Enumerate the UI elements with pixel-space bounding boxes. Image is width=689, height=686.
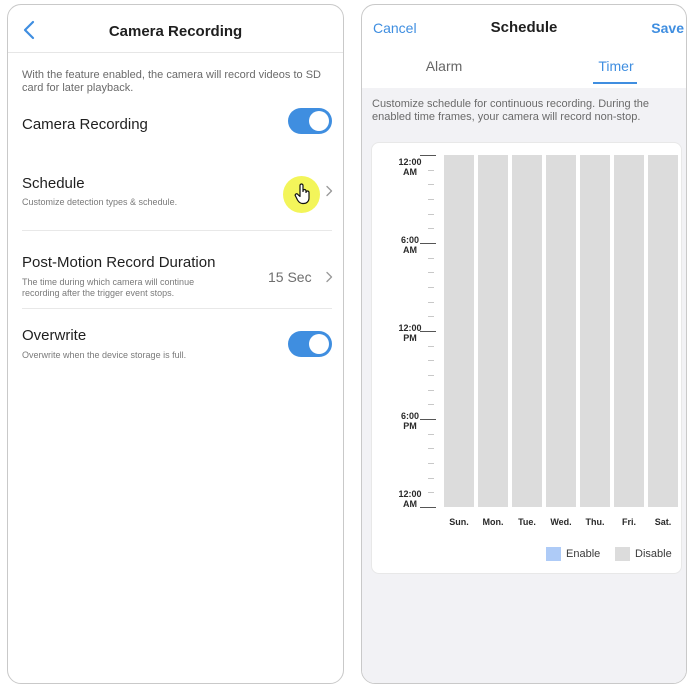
- major-tick: [420, 331, 436, 332]
- page-title: Schedule: [490, 19, 558, 36]
- schedule-grid-card: 12:00 AM 6:00 AM 12:00 PM 6:00 PM 12:00 AM Su…: [371, 142, 682, 574]
- tab-alarm[interactable]: Alarm: [404, 58, 484, 74]
- minor-tick: [428, 360, 434, 362]
- minor-tick: [428, 169, 434, 171]
- tab-timer[interactable]: Timer: [576, 58, 656, 74]
- toggle-knob: [309, 111, 329, 131]
- minor-tick: [428, 477, 434, 479]
- major-tick: [420, 155, 436, 156]
- schedule-screen: Cancel Schedule Save Alarm Timer Customi…: [361, 4, 687, 684]
- minor-tick: [428, 404, 434, 406]
- hand-pointer-icon: [294, 183, 310, 205]
- nav-header: Camera Recording: [8, 5, 343, 53]
- day-label: Sat.: [654, 517, 672, 527]
- toggle-knob: [309, 334, 329, 354]
- day-column-thu[interactable]: [580, 155, 610, 507]
- day-column-mon[interactable]: [478, 155, 508, 507]
- nav-header: Cancel Schedule Save: [362, 5, 686, 45]
- day-column-fri[interactable]: [614, 155, 644, 507]
- day-label: Tue.: [518, 517, 536, 527]
- minor-tick: [428, 492, 434, 494]
- time-label: 12:00 AM: [398, 157, 422, 177]
- day-column-sat[interactable]: [648, 155, 678, 507]
- major-tick: [420, 419, 436, 420]
- time-label: 6:00 AM: [400, 235, 419, 255]
- minor-tick: [428, 316, 434, 318]
- legend-enable-swatch: [546, 547, 561, 561]
- chevron-right-icon[interactable]: [324, 271, 334, 283]
- page-title: Camera Recording: [108, 23, 243, 40]
- legend-enable-label: Enable: [566, 548, 601, 560]
- schedule-description: Customize detection types & schedule.: [22, 197, 178, 207]
- day-label: Thu.: [585, 517, 605, 527]
- day-label: Wed.: [550, 517, 572, 527]
- day-label: Fri.: [621, 517, 636, 527]
- minor-tick: [428, 463, 434, 464]
- day-column-sun[interactable]: [444, 155, 474, 507]
- divider: [22, 308, 332, 309]
- day-label: Sun.: [449, 517, 469, 527]
- overwrite-label: Overwrite: [22, 327, 87, 344]
- minor-tick: [428, 287, 434, 288]
- camera-recording-label: Camera Recording: [22, 116, 148, 133]
- active-tab-indicator: [593, 82, 637, 84]
- schedule-label[interactable]: Schedule: [22, 175, 85, 192]
- legend-disable-swatch: [615, 547, 630, 561]
- major-tick: [420, 507, 436, 508]
- minor-tick: [428, 213, 434, 215]
- minor-tick: [428, 257, 434, 259]
- overwrite-description: Overwrite when the device storage is ful…: [22, 350, 187, 360]
- time-label: 12:00 AM: [398, 489, 422, 509]
- camera-recording-toggle[interactable]: [288, 108, 332, 134]
- minor-tick: [428, 301, 434, 303]
- post-motion-duration-value[interactable]: 15 Sec: [268, 269, 312, 285]
- feature-description: With the feature enabled, the camera wil…: [22, 69, 321, 94]
- minor-tick: [428, 448, 434, 450]
- minor-tick: [428, 433, 434, 435]
- day-column-tue[interactable]: [512, 155, 542, 507]
- time-label: 12:00 PM: [398, 323, 422, 343]
- minor-tick: [428, 272, 434, 274]
- minor-tick: [428, 375, 434, 376]
- post-motion-description: The time during which camera will contin…: [22, 277, 195, 298]
- time-label: 6:00 PM: [400, 411, 419, 431]
- save-button[interactable]: Save: [651, 20, 684, 36]
- minor-tick: [428, 199, 434, 200]
- minor-tick: [428, 389, 434, 391]
- post-motion-duration-label[interactable]: Post-Motion Record Duration: [22, 254, 215, 271]
- minor-tick: [428, 184, 434, 186]
- schedule-description: Customize schedule for continuous record…: [372, 98, 649, 123]
- chevron-right-icon[interactable]: [324, 185, 334, 197]
- divider: [22, 230, 332, 231]
- day-label: Mon.: [482, 517, 504, 527]
- minor-tick: [428, 345, 434, 347]
- minor-tick: [428, 228, 434, 230]
- major-tick: [420, 243, 436, 244]
- legend-disable-label: Disable: [635, 548, 672, 560]
- camera-recording-screen: Camera Recording With the feature enable…: [7, 4, 344, 684]
- day-column-wed[interactable]: [546, 155, 576, 507]
- overwrite-toggle[interactable]: [288, 331, 332, 357]
